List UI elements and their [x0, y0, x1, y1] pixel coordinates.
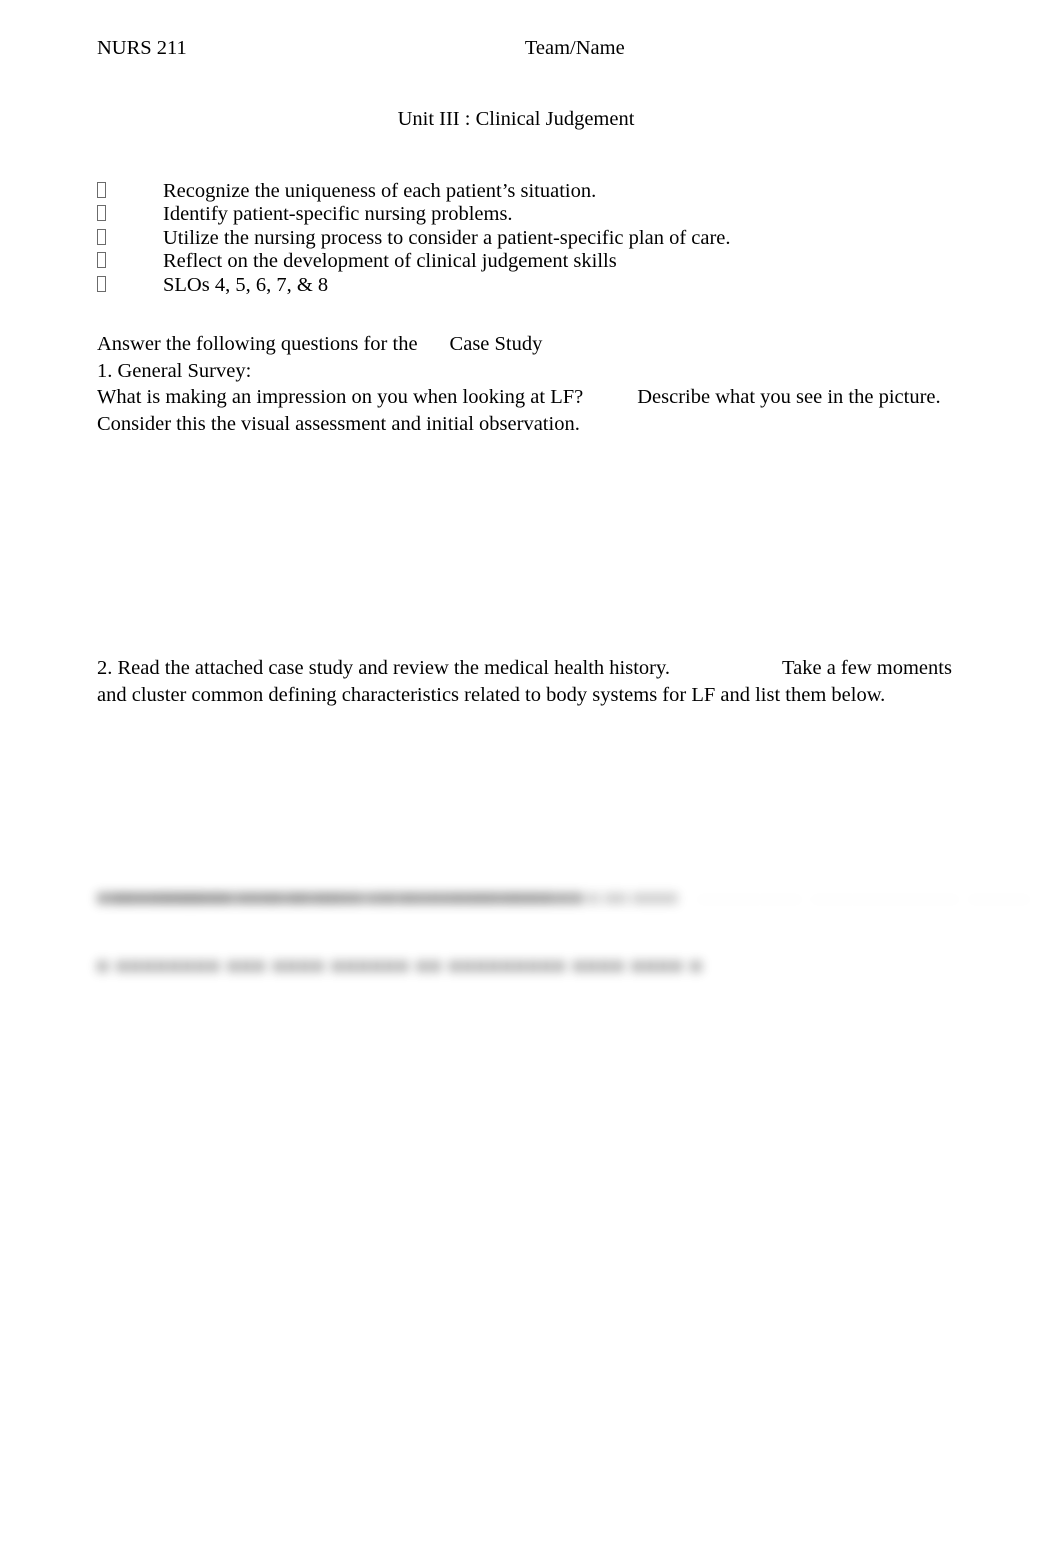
team-name-label: Team/Name: [524, 37, 625, 59]
question-2-take-moments: Take a few moments: [782, 657, 952, 679]
document-header: NURS 211 Team/Name: [97, 34, 977, 62]
answer-instruction-text: Answer the following questions for the: [97, 333, 418, 355]
bullet-box-icon: [97, 203, 163, 226]
redacted-line: ■ ■■■ ■■■■■■■ ■■■■ ■■ ■■■■ ■■■■ ■■ ■■■■■…: [97, 888, 553, 909]
question-1-heading: 1. General Survey:: [97, 360, 252, 382]
redacted-line: ■■■■■ ■■■■ ■■■■■■ ■■ ■■■ ■■■■ ■■ ■■■ ■■■…: [97, 888, 581, 909]
question-2-line-2: and cluster common defining characterist…: [97, 684, 886, 706]
question-1-line-1: What is making an impression on you when…: [97, 384, 941, 411]
question-2-line-1: 2. Read the attached case study and revi…: [97, 655, 952, 682]
course-code: NURS 211: [97, 37, 187, 59]
redacted-line: ■■ ■■ ■■ ■■■■: [97, 888, 227, 909]
page-title: Unit III : Clinical Judgement: [397, 108, 635, 130]
objective-text: Identify patient-specific nursing proble…: [163, 203, 513, 226]
bullet-box-icon: [97, 274, 163, 297]
list-item: Identify patient-specific nursing proble…: [97, 203, 997, 226]
question-1-describe: Describe what you see in the picture.: [637, 386, 941, 408]
redacted-line: ■■ ■■■ ■■■■■: [97, 888, 222, 909]
objectives-list: Recognize the uniqueness of each patient…: [97, 180, 997, 297]
redacted-line: ■ ■■■■■■■■ ■■ ■■ ■■ ■■ ■■■■ ■■ ■■■ ■■■■■…: [97, 888, 586, 909]
question-1-prompt: What is making an impression on you when…: [97, 386, 584, 408]
case-study-label: Case Study: [449, 333, 543, 355]
question-2-prompt: 2. Read the attached case study and revi…: [97, 657, 671, 679]
objective-text: SLOs 4, 5, 6, 7, & 8: [163, 273, 329, 296]
objective-text: Reflect on the development of clinical j…: [163, 250, 617, 273]
list-item: Utilize the nursing process to consider …: [97, 227, 997, 250]
redacted-line: ————— ——————— ———: [697, 888, 1033, 909]
answer-instruction-line: Answer the following questions for the Ca…: [97, 331, 542, 358]
list-item: Recognize the uniqueness of each patient…: [97, 180, 997, 203]
redacted-line: ■■■ ■■■■■■ ■■ ■■■■■■ ■■■■ — ■■■ ■■ ■■■■■…: [97, 888, 678, 909]
list-item: Reflect on the development of clinical j…: [97, 250, 997, 273]
redacted-line: ■■■ ■■■ ■■ ■■■■■■■ ■■■■: [97, 888, 335, 909]
redacted-line: ■ ■■■■■■■■ ■■■ ■■■■ ■■■■■■ ■■ ■■■■■■■■■ …: [97, 956, 704, 977]
bullet-box-icon: [97, 227, 163, 250]
objective-text: Recognize the uniqueness of each patient…: [163, 180, 597, 202]
question-1-line-2: Consider this the visual assessment and …: [97, 413, 580, 435]
bullet-box-icon: [97, 180, 163, 203]
objective-text: Utilize the nursing process to consider …: [163, 226, 731, 249]
list-item: SLOs 4, 5, 6, 7, & 8: [97, 274, 997, 297]
redacted-text-block: —————— ——————— ———— ———— ——— —— ————— ——…: [97, 888, 1062, 1258]
document-page: NURS 211 Team/Name Unit III : Clinical Ju…: [0, 0, 1062, 1561]
redacted-line: —————— ——————— ————: [152, 888, 527, 909]
bullet-box-icon: [97, 250, 163, 273]
redacted-line: ———— ——— ——: [457, 890, 671, 911]
